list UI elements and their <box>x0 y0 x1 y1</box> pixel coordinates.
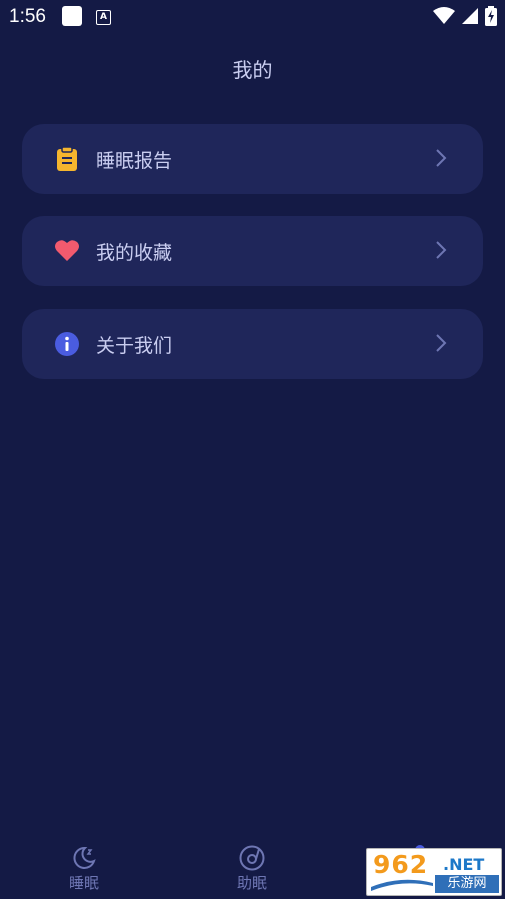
nav-item-sleep[interactable]: 睡眠 <box>44 845 124 893</box>
status-indicators <box>433 6 497 26</box>
nav-item-sleep-aid[interactable]: 助眠 <box>212 845 292 893</box>
menu-item-sleep-report[interactable]: 睡眠报告 <box>22 124 483 194</box>
chevron-right-icon <box>436 241 447 259</box>
a-notification-icon: A <box>96 10 111 25</box>
watermark-logo: 962 .NET 乐游网 <box>366 848 502 896</box>
watermark-suffix: .NET <box>443 855 485 874</box>
menu-item-label: 关于我们 <box>96 335 173 357</box>
info-icon <box>55 332 79 356</box>
battery-charging-icon <box>485 6 497 26</box>
nav-label: 睡眠 <box>68 874 99 892</box>
vinyl-disc-icon <box>239 845 265 871</box>
menu-item-label: 我的收藏 <box>96 242 173 264</box>
chevron-right-icon <box>436 149 447 167</box>
heart-icon <box>55 240 79 261</box>
moon-icon <box>73 846 96 869</box>
signal-icon <box>462 8 478 24</box>
menu-item-label: 睡眠报告 <box>96 150 173 172</box>
menu-item-about-us[interactable]: 关于我们 <box>22 309 483 379</box>
menu-item-favorites[interactable]: 我的收藏 <box>22 216 483 286</box>
nav-label: 助眠 <box>236 874 267 892</box>
wifi-icon <box>433 7 455 24</box>
watermark-number: 962 <box>373 850 429 879</box>
swoosh-icon <box>371 879 433 891</box>
status-bar: 1:56 A <box>0 0 505 34</box>
notification-square-icon <box>62 6 82 26</box>
clipboard-icon <box>57 146 77 171</box>
status-time: 1:56 <box>9 6 46 27</box>
watermark-subtitle: 乐游网 <box>435 875 499 893</box>
chevron-right-icon <box>436 334 447 352</box>
page-title: 我的 <box>232 58 273 82</box>
